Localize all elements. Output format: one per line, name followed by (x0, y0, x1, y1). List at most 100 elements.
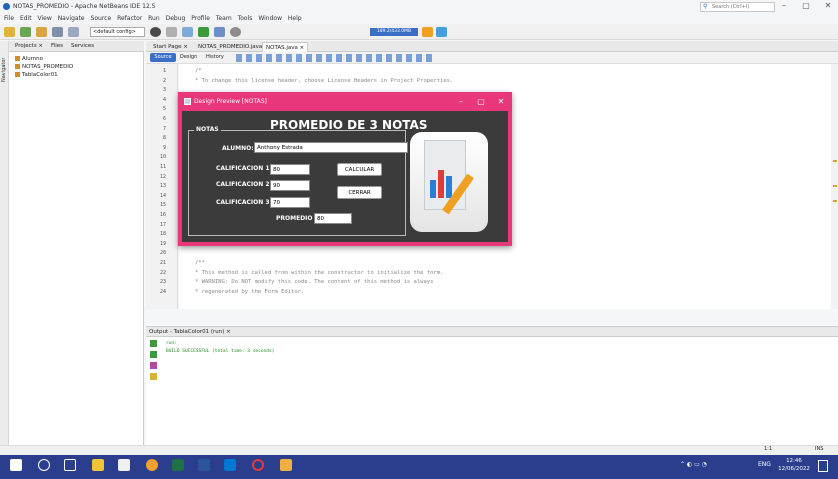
close-button[interactable]: ✕ (822, 1, 834, 10)
search-icon[interactable] (38, 459, 50, 471)
error-stripe-mark[interactable] (833, 200, 837, 202)
new-file-icon[interactable] (4, 27, 15, 37)
output-tab-bar (146, 326, 838, 337)
menu-file[interactable]: File (4, 13, 14, 24)
cerrar-button[interactable]: CERRAR (337, 186, 382, 199)
mail-icon[interactable] (224, 459, 236, 471)
new-project-icon[interactable] (20, 27, 31, 37)
search-input[interactable]: Search (Ctrl+I) (700, 2, 775, 12)
hammer-icon[interactable] (182, 27, 193, 37)
memory-indicator[interactable]: 189.2/433.0MB (370, 28, 418, 36)
line-number: 24 (159, 288, 166, 295)
opera-icon[interactable] (252, 459, 264, 471)
line-number: 1 (162, 68, 166, 74)
line-number: 4 (162, 96, 166, 103)
notification-icon[interactable] (818, 460, 828, 472)
dialog-maximize-button[interactable]: ▢ (474, 94, 488, 109)
project-alumno[interactable]: Alumno (15, 55, 143, 63)
maximize-button[interactable]: ▢ (800, 1, 812, 10)
clock-time: 12:46 (786, 458, 802, 464)
system-tray-icons[interactable]: ⌃ ◐ ▭ ◔ (680, 461, 707, 468)
menu-refactor[interactable]: Refactor (117, 13, 142, 24)
error-stripe-mark[interactable] (833, 160, 837, 162)
menu-help[interactable]: Help (288, 13, 302, 24)
profile-ide-icon[interactable] (436, 27, 447, 37)
insert-mode: INS (815, 446, 824, 452)
open-project-icon[interactable] (36, 27, 47, 37)
settings-icon[interactable] (150, 373, 157, 380)
menu-team[interactable]: Team (216, 13, 232, 24)
stop-icon[interactable] (150, 362, 157, 369)
line-number: 2 (162, 77, 166, 84)
history-button[interactable]: History (206, 53, 224, 62)
gc-icon[interactable] (422, 27, 433, 37)
tab-files[interactable]: Files (51, 41, 63, 52)
coffee-cup-icon (15, 64, 20, 69)
menu-view[interactable]: View (38, 13, 52, 24)
tab-projects[interactable]: Projects × (15, 41, 43, 52)
project-notas-promedio[interactable]: NOTAS_PROMEDIO (15, 63, 143, 71)
calcular-button[interactable]: CALCULAR (337, 163, 382, 176)
menu-window[interactable]: Window (258, 13, 282, 24)
menu-run[interactable]: Run (148, 13, 160, 24)
promedio-field[interactable]: 80 (314, 213, 352, 224)
project-tablacolor01[interactable]: TablaColor01 (15, 71, 143, 79)
line-number: 15 (159, 202, 166, 209)
calificacion1-field[interactable]: 80 (270, 164, 310, 175)
dialog-minimize-button[interactable]: – (454, 94, 468, 109)
dialog-close-button[interactable]: ✕ (494, 94, 508, 109)
tab-services[interactable]: Services (71, 41, 94, 52)
menu-profile[interactable]: Profile (191, 13, 210, 24)
output-line: BUILD SUCCESSFUL (total time: 3 seconds) (166, 349, 275, 354)
line-number: 17 (159, 221, 166, 228)
chrome-icon[interactable] (146, 459, 158, 471)
menu-navigate[interactable]: Navigate (58, 13, 85, 24)
tab-start-page[interactable]: Start Page × (150, 42, 191, 52)
netbeans-taskbar-icon[interactable] (280, 459, 292, 471)
rerun-different-icon[interactable] (150, 351, 157, 358)
profile-icon[interactable] (230, 27, 241, 37)
menu-debug[interactable]: Debug (166, 13, 186, 24)
editor-tool-icons[interactable] (236, 54, 436, 62)
tab-notas-promedio-java[interactable]: NOTAS_PROMEDIO.java × (195, 42, 272, 52)
file-explorer-icon[interactable] (92, 459, 104, 471)
calificacion3-field[interactable]: 70 (270, 197, 310, 208)
minimize-button[interactable]: – (778, 1, 790, 10)
window-title: NOTAS_PROMEDIO - Apache NetBeans IDE 12.… (13, 3, 156, 10)
navigator-tab[interactable]: Navigator (1, 42, 8, 82)
menu-tools[interactable]: Tools (238, 13, 253, 24)
rerun-icon[interactable] (150, 340, 157, 347)
coffee-cup-icon (15, 72, 20, 77)
coffee-cup-icon (15, 56, 20, 61)
calificacion2-field[interactable]: 90 (270, 180, 310, 191)
word-icon[interactable] (198, 459, 210, 471)
save-all-icon[interactable] (52, 27, 63, 37)
language-indicator[interactable]: ENG (758, 461, 771, 468)
debug-icon[interactable] (214, 27, 225, 37)
tab-notas-java[interactable]: NOTAS.java × (262, 42, 309, 52)
task-view-icon[interactable] (64, 459, 76, 471)
tab-output[interactable]: Output - TablaColor01 (run) × (149, 327, 231, 337)
error-stripe-mark[interactable] (833, 185, 837, 187)
code-line: * To change this license header, choose … (195, 77, 454, 84)
alumno-label: ALUMNO: (222, 145, 254, 152)
excel-icon[interactable] (172, 459, 184, 471)
undo-icon[interactable] (68, 27, 79, 37)
clean-build-icon[interactable] (166, 27, 177, 37)
report-chart-icon (410, 132, 488, 232)
windows-start-icon[interactable] (10, 459, 22, 471)
build-icon[interactable] (150, 27, 161, 37)
store-icon[interactable] (118, 459, 130, 471)
line-number: 19 (159, 240, 166, 247)
run-icon[interactable] (198, 27, 209, 37)
alumno-field[interactable]: Anthony Estrada (254, 142, 408, 153)
status-bar (0, 445, 838, 455)
clock[interactable]: 12:46 12/06/2022 (778, 457, 810, 473)
line-number: 13 (159, 183, 166, 190)
caret-position: 1:1 (764, 446, 773, 452)
config-select[interactable]: <default config> (90, 27, 145, 37)
menu-source[interactable]: Source (91, 13, 112, 24)
menu-edit[interactable]: Edit (20, 13, 32, 24)
design-button[interactable]: Design (180, 53, 197, 62)
source-button[interactable]: Source (150, 53, 176, 62)
